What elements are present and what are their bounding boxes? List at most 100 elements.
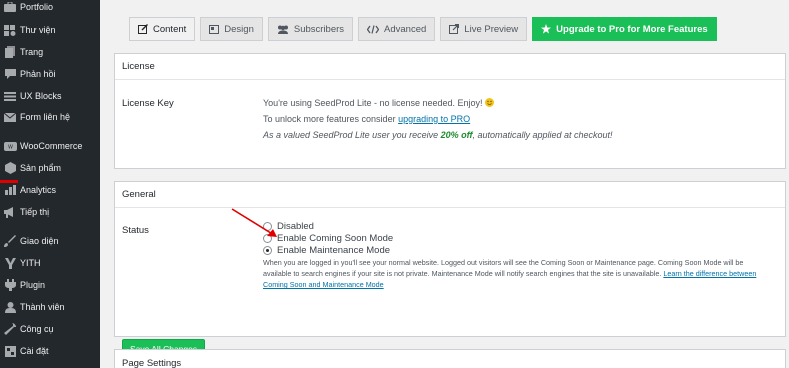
settings-icon xyxy=(1,345,19,357)
marketing-icon xyxy=(1,206,19,218)
woocommerce-icon: W xyxy=(1,141,19,151)
desc-line: Coming Soon and Maintenance Mode xyxy=(263,279,783,290)
upgrade-prefix: To unlock more features consider xyxy=(263,114,396,124)
general-title: General xyxy=(115,182,785,208)
tab-design[interactable]: Design xyxy=(200,17,263,41)
sidebar-item-media[interactable]: Thư viện xyxy=(0,20,100,40)
design-icon xyxy=(209,24,220,34)
appearance-icon xyxy=(1,235,19,247)
blocks-icon xyxy=(1,91,19,101)
sidebar-item-label: Công cụ xyxy=(20,324,54,334)
red-arrow-annotation xyxy=(231,208,277,237)
discount-prefix: As a valued SeedProd Lite user you recei… xyxy=(263,130,439,140)
learn-difference-link-cont[interactable]: Coming Soon and Maintenance Mode xyxy=(263,280,384,289)
sidebar-item-label: Phản hồi xyxy=(20,69,56,79)
tab-label: Content xyxy=(153,23,187,35)
tab-label: Design xyxy=(224,23,254,35)
discount-highlight: 20% off xyxy=(440,130,473,140)
license-panel: License License Key You're using SeedPro… xyxy=(114,53,786,169)
sidebar-item-pages[interactable]: Trang xyxy=(0,42,100,62)
page-settings-panel: Page Settings xyxy=(114,349,786,368)
edit-icon xyxy=(138,24,148,34)
tools-icon xyxy=(1,323,19,335)
tab-label: Upgrade to Pro for More Features xyxy=(556,23,708,35)
sidebar-item-products[interactable]: Sản phẩm xyxy=(0,158,100,178)
plugins-icon xyxy=(1,279,19,291)
tab-upgrade-pro[interactable]: Upgrade to Pro for More Features xyxy=(532,17,717,41)
sidebar-item-analytics[interactable]: Analytics xyxy=(0,180,100,200)
sidebar-item-label: Giao diện xyxy=(20,236,59,246)
sidebar-item-appearance[interactable]: Giao diện xyxy=(0,231,100,251)
sidebar-item-comments[interactable]: Phản hồi xyxy=(0,64,100,84)
sidebar-item-label: Tiếp thị xyxy=(20,207,50,217)
pages-icon xyxy=(1,46,19,58)
tab-content[interactable]: Content xyxy=(129,17,196,41)
code-icon xyxy=(367,24,380,34)
admin-sidebar: Portfolio Thư viện Trang Phản hồi UX Blo… xyxy=(0,0,100,368)
license-info-line: You're using SeedProd Lite - no license … xyxy=(263,98,495,109)
tab-label: Advanced xyxy=(384,23,427,35)
analytics-icon xyxy=(1,185,19,195)
status-option-coming-soon[interactable]: Enable Coming Soon Mode xyxy=(263,233,393,244)
portfolio-icon xyxy=(1,2,19,12)
page-settings-title: Page Settings xyxy=(122,357,182,368)
main-content: Content Design Subscribers Advanced Live… xyxy=(100,0,789,368)
sidebar-item-label: Thành viên xyxy=(20,302,65,312)
tab-label: Subscribers xyxy=(293,23,345,35)
tab-label: Live Preview xyxy=(464,23,519,35)
sidebar-item-label: YITH xyxy=(20,258,41,268)
svg-text:W: W xyxy=(8,144,13,150)
external-icon xyxy=(449,24,460,34)
sidebar-item-marketing[interactable]: Tiếp thị xyxy=(0,202,100,222)
sidebar-item-contact-form[interactable]: Form liên hệ xyxy=(0,107,100,127)
media-icon xyxy=(1,24,19,36)
license-key-label: License Key xyxy=(122,98,174,109)
sidebar-item-woocommerce[interactable]: W WooCommerce xyxy=(0,136,100,156)
sidebar-item-label: Cài đặt xyxy=(20,346,49,356)
license-title: License xyxy=(115,54,785,80)
sidebar-item-settings[interactable]: Cài đặt xyxy=(0,341,100,361)
sidebar-item-ux-blocks[interactable]: UX Blocks xyxy=(0,86,100,106)
sidebar-item-portfolio[interactable]: Portfolio xyxy=(0,0,100,17)
users-icon xyxy=(1,301,19,313)
status-option-maintenance[interactable]: Enable Maintenance Mode xyxy=(263,245,390,256)
settings-tabs: Content Design Subscribers Advanced Live… xyxy=(129,17,722,41)
radio-label: Enable Maintenance Mode xyxy=(277,245,391,256)
sidebar-item-label: Thư viện xyxy=(20,25,56,35)
products-icon xyxy=(1,162,19,174)
sidebar-item-label: UX Blocks xyxy=(20,91,62,101)
sidebar-item-label: Form liên hệ xyxy=(20,112,71,122)
tab-live-preview[interactable]: Live Preview xyxy=(440,17,528,41)
radio-label: Enable Coming Soon Mode xyxy=(277,233,394,244)
sidebar-item-yith[interactable]: YITH xyxy=(0,253,100,273)
upgrade-line: To unlock more features consider upgradi… xyxy=(263,114,470,124)
tab-subscribers[interactable]: Subscribers xyxy=(267,17,354,41)
desc-line: When you are logged in you'll see your n… xyxy=(263,258,744,267)
sidebar-item-label: Portfolio xyxy=(20,2,54,12)
status-description: When you are logged in you'll see your n… xyxy=(263,257,783,290)
mail-icon xyxy=(1,112,19,122)
sidebar-item-label: WooCommerce xyxy=(20,141,83,151)
sidebar-item-label: Plugin xyxy=(20,280,46,290)
smile-icon xyxy=(485,98,495,109)
upgrade-link[interactable]: upgrading to PRO xyxy=(398,114,470,124)
yith-icon xyxy=(1,257,19,269)
general-panel: General Status Disabled Enable Coming So… xyxy=(114,181,786,359)
learn-difference-link[interactable]: Learn the difference between xyxy=(663,269,756,278)
license-status-text: You're using SeedProd Lite - no license … xyxy=(263,98,483,108)
sidebar-item-plugins[interactable]: Plugin xyxy=(0,275,100,295)
star-icon xyxy=(541,24,552,34)
tab-advanced[interactable]: Advanced xyxy=(358,17,436,41)
sidebar-item-label: Trang xyxy=(20,47,44,57)
discount-line: As a valued SeedProd Lite user you recei… xyxy=(263,130,613,140)
sidebar-item-label: Analytics xyxy=(20,185,57,195)
sidebar-item-users[interactable]: Thành viên xyxy=(0,297,100,317)
sidebar-item-tools[interactable]: Công cụ xyxy=(0,319,100,339)
comments-icon xyxy=(1,68,19,80)
radio-button-selected[interactable] xyxy=(263,246,272,255)
status-label: Status xyxy=(122,225,149,236)
discount-suffix: , automatically applied at checkout! xyxy=(472,130,613,140)
radio-label: Disabled xyxy=(277,221,314,232)
desc-text: available to search engines if your site… xyxy=(263,269,662,278)
sidebar-item-label: Sản phẩm xyxy=(20,163,62,173)
